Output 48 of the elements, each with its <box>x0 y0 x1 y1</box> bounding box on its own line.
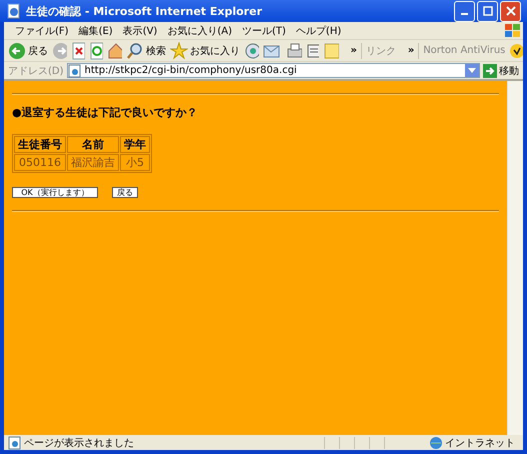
table-cell: 小5 <box>120 154 150 171</box>
column-header: 名前 <box>67 136 119 153</box>
maximize-button[interactable] <box>477 0 498 22</box>
menu-item[interactable]: 編集(E) <box>74 24 118 38</box>
dropdown-button[interactable] <box>465 64 479 77</box>
menu-item[interactable]: ヘルプ(H) <box>290 24 346 38</box>
question-text: ●退室する生徒は下記で良いですか？ <box>12 105 199 120</box>
caret-icon <box>468 68 476 74</box>
more-button[interactable]: » <box>408 45 414 56</box>
column-header: 学年 <box>120 136 150 153</box>
windows-logo-icon <box>503 22 523 38</box>
go-button[interactable]: 移動 <box>483 64 523 78</box>
status-text: ページが表示されました <box>24 436 134 450</box>
home-icon[interactable] <box>106 42 122 60</box>
address-field[interactable]: http://stkpc2/cgi-bin/comphony/usr80a.cgi <box>66 63 480 78</box>
refresh-icon[interactable] <box>89 42 103 60</box>
table-cell: 050116 <box>14 154 66 171</box>
ok-button[interactable]: OK（実行します） <box>12 187 98 198</box>
menu-item[interactable]: ファイル(F) <box>10 24 74 38</box>
favorites-button[interactable]: お気に入り <box>170 42 240 60</box>
edit-icon[interactable] <box>306 42 320 58</box>
maximize-icon <box>482 6 492 16</box>
close-button[interactable] <box>500 0 521 22</box>
minimize-icon <box>461 13 468 15</box>
search-icon <box>126 42 144 60</box>
column-header: 生徒番号 <box>14 136 66 153</box>
scrollbar[interactable] <box>507 81 523 435</box>
page-icon <box>6 3 22 19</box>
address-label: アドレス(D) <box>8 64 64 78</box>
close-icon <box>506 6 516 16</box>
table-cell: 福沢諭吉 <box>67 154 119 171</box>
back-button[interactable]: 戻る <box>112 187 138 198</box>
shield-icon[interactable] <box>509 42 523 58</box>
window-title: 生徒の確認 - Microsoft Internet Explorer <box>26 4 263 18</box>
zone-text: イントラネット <box>445 436 515 450</box>
search-button[interactable]: 検索 <box>126 42 166 60</box>
menu-item[interactable]: 表示(V) <box>118 24 162 38</box>
menu-item[interactable]: ツール(T) <box>237 24 291 38</box>
back-button[interactable]: 戻る <box>8 42 48 60</box>
page-icon <box>8 436 22 450</box>
menu-item[interactable]: お気に入り(A) <box>162 24 237 38</box>
page-icon <box>68 64 82 78</box>
minimize-button[interactable] <box>454 0 475 22</box>
star-icon <box>170 42 188 60</box>
more-button[interactable]: » <box>350 45 357 56</box>
print-icon[interactable] <box>286 42 302 60</box>
arrow-icon <box>483 64 497 78</box>
stop-icon[interactable] <box>71 42 86 60</box>
